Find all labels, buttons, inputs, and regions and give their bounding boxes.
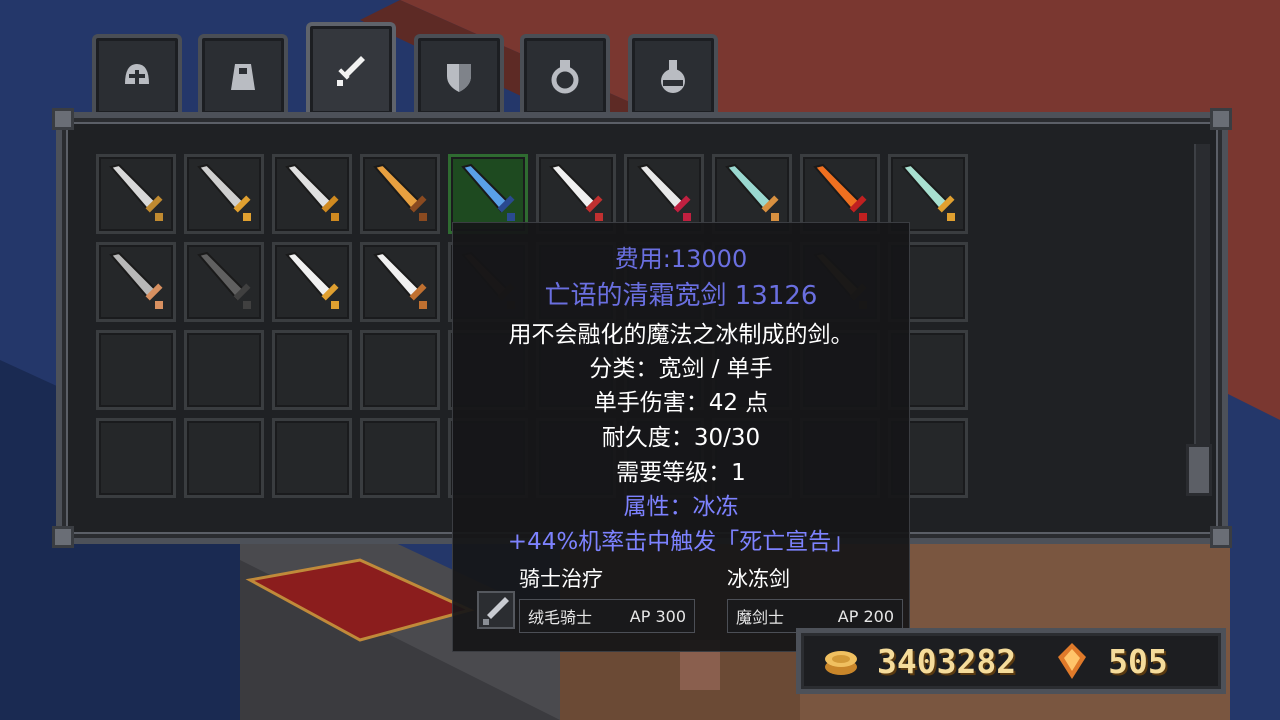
skill-entry: 冰冻剑 魔剑士 AP 200 [727, 563, 903, 633]
bow-icon [197, 251, 251, 309]
tab-ring[interactable] [520, 34, 610, 114]
gilded-sword-icon [197, 163, 251, 221]
inventory-slot[interactable] [184, 330, 264, 410]
tab-potion[interactable] [628, 34, 718, 114]
currency-bar: 3403282 505 [796, 628, 1226, 694]
item-category: 分类：宽剑 / 单手 [589, 356, 773, 382]
inventory-slot[interactable] [184, 418, 264, 498]
white-blade-icon [549, 163, 603, 221]
item-damage: 单手伤害：42 点 [593, 390, 769, 416]
panel-corner [1210, 108, 1232, 130]
skill-entry: 骑士治疗 绒毛骑士 AP 300 [519, 563, 695, 633]
tab-weapon[interactable] [306, 22, 396, 114]
skill-title: 骑士治疗 [519, 567, 603, 591]
tab-shield[interactable] [414, 34, 504, 114]
inventory-slot[interactable] [360, 154, 440, 234]
gold-amount: 3403282 [877, 641, 1017, 681]
skill-title: 冰冻剑 [727, 567, 790, 591]
panel-corner [52, 526, 74, 548]
item-durability: 耐久度：30/30 [601, 425, 761, 451]
item-level: 需要等级：1 [616, 460, 746, 486]
gem-icon [1058, 643, 1087, 679]
helmet-icon [125, 64, 149, 84]
item-name: 亡语的清霜宽剑 13126 [544, 281, 818, 311]
skill-class: 绒毛骑士 [528, 608, 593, 627]
crossbow-icon [285, 251, 339, 309]
mace-icon [109, 251, 163, 309]
panel-corner [52, 108, 74, 130]
skill-sword-icon [477, 591, 515, 629]
golden-dagger-icon [373, 163, 427, 221]
inventory-slot[interactable] [272, 330, 352, 410]
frost-broadsword-icon [461, 163, 515, 221]
potion-icon [661, 60, 685, 93]
item-effect: +44%机率击中触发「死亡宣告」 [507, 529, 855, 555]
inventory-slot[interactable] [360, 242, 440, 322]
ring-icon [551, 60, 579, 94]
short-sword-icon [285, 163, 339, 221]
inventory-slot[interactable] [272, 154, 352, 234]
item-attribute: 属性：冰冻 [623, 494, 739, 520]
inventory-slot[interactable] [96, 154, 176, 234]
jade-sword-icon [901, 163, 955, 221]
inventory-slot[interactable] [96, 418, 176, 498]
shield-icon [447, 64, 471, 92]
sword-icon [337, 56, 365, 86]
tab-cloak[interactable] [198, 34, 288, 114]
flame-sword-icon [813, 163, 867, 221]
inventory-slot[interactable] [360, 330, 440, 410]
skill-ap: AP 300 [629, 606, 686, 626]
inventory-slot[interactable] [184, 242, 264, 322]
inventory-slot[interactable] [360, 418, 440, 498]
inventory-slot[interactable] [96, 330, 176, 410]
steel-sword-icon [109, 163, 163, 221]
thin-rapier-icon [725, 163, 779, 221]
inventory-slot[interactable] [96, 242, 176, 322]
inventory-slot[interactable] [272, 242, 352, 322]
spear-icon [373, 251, 427, 309]
inventory-slot[interactable] [184, 154, 264, 234]
scrollbar-thumb[interactable] [1186, 444, 1212, 496]
item-description: 用不会融化的魔法之冰制成的剑。 [508, 322, 854, 348]
inventory-slot[interactable] [272, 418, 352, 498]
panel-corner [1210, 526, 1232, 548]
crimson-cleaver-icon [637, 163, 691, 221]
gem-amount: 505 [1108, 641, 1168, 681]
item-cost: 费用:13000 [614, 245, 748, 273]
tab-helmet[interactable] [92, 34, 182, 114]
skill-ap: AP 200 [837, 606, 894, 626]
item-tooltip: 费用:13000 亡语的清霜宽剑 13126 用不会融化的魔法之冰制成的剑。 分… [452, 222, 910, 652]
gold-coin-icon [825, 651, 857, 675]
cloak-icon [231, 64, 255, 90]
skill-class: 魔剑士 [736, 608, 785, 627]
skill-requirement: 绒毛骑士 AP 300 [519, 599, 695, 633]
